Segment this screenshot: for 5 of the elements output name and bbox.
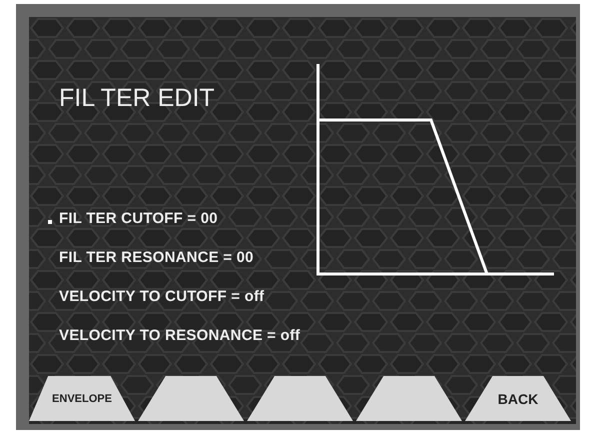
parameter-label[interactable]: FIL TER CUTOFF = 00 [59, 210, 218, 227]
screen-title: FIL TER EDIT [59, 83, 216, 113]
parameter-label[interactable]: FIL TER RESONANCE = 00 [59, 249, 254, 266]
parameter-label[interactable]: VELOCITY TO CUTOFF = off [59, 288, 264, 305]
parameter-label[interactable]: VELOCITY TO RESONANCE = off [59, 327, 300, 344]
